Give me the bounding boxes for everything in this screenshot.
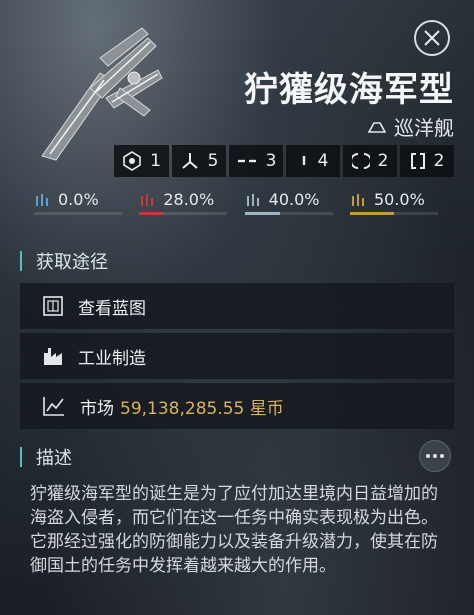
view-blueprint-label: 查看蓝图 bbox=[78, 298, 146, 319]
market-price: 59,138,285.55 星币 bbox=[120, 398, 284, 419]
cruiser-class-icon bbox=[368, 121, 386, 133]
rig-slot-icon bbox=[351, 153, 370, 169]
slot-subsystem: 2 bbox=[400, 145, 454, 177]
section-accent-bar bbox=[20, 251, 22, 271]
acquire-section-title: 获取途径 bbox=[36, 252, 108, 273]
market-button[interactable]: 市场 59,138,285.55 星币 bbox=[20, 383, 454, 429]
ship-info-panel: 狞獾级海军型 巡洋舰 1 5 3 4 2 2 0.0% 28.0% 40.0% … bbox=[0, 0, 474, 615]
ship-class: 巡洋舰 bbox=[368, 112, 454, 141]
close-button[interactable] bbox=[414, 20, 450, 56]
description-section-title: 描述 bbox=[36, 448, 72, 469]
resist-em: 0.0% bbox=[34, 190, 122, 215]
kinetic-resist-icon bbox=[246, 193, 259, 206]
manufacture-label: 工业制造 bbox=[78, 348, 146, 369]
slot-low: 4 bbox=[286, 145, 340, 177]
view-blueprint-button[interactable]: 查看蓝图 bbox=[20, 283, 454, 329]
resist-kinetic-fill bbox=[244, 212, 280, 215]
ship-name: 狞獾级海军型 bbox=[244, 70, 454, 110]
acquire-section-header: 获取途径 bbox=[20, 248, 108, 274]
ship-class-label: 巡洋舰 bbox=[394, 116, 454, 140]
factory-icon bbox=[44, 348, 62, 365]
slot-medium: 3 bbox=[229, 145, 283, 177]
high-slot-icon bbox=[123, 151, 141, 171]
resist-kinetic: 40.0% bbox=[244, 190, 333, 215]
slot-rig: 2 bbox=[343, 145, 397, 177]
resist-thermal-fill bbox=[139, 212, 164, 215]
thermal-resist-icon bbox=[141, 193, 154, 206]
section-accent-bar bbox=[20, 447, 22, 467]
resist-explosive-fill bbox=[349, 212, 394, 215]
more-dot-icon bbox=[440, 454, 444, 458]
fitting-slots: 1 5 3 4 2 2 bbox=[114, 145, 454, 177]
more-dot-icon bbox=[426, 454, 430, 458]
resist-explosive: 50.0% bbox=[349, 190, 438, 215]
em-resist-icon bbox=[36, 193, 48, 206]
acquire-options: 查看蓝图 工业制造 市场 59,138,285.55 星币 bbox=[20, 283, 454, 433]
slot-turret: 5 bbox=[172, 145, 226, 177]
resistance-row: 0.0% 28.0% 40.0% 50.0% bbox=[34, 190, 438, 215]
more-dot-icon bbox=[433, 454, 437, 458]
close-icon bbox=[424, 30, 440, 46]
explosive-resist-icon bbox=[351, 193, 364, 206]
slot-high: 1 bbox=[114, 145, 169, 177]
market-label: 市场 bbox=[80, 398, 114, 419]
description-section-header: 描述 bbox=[20, 444, 72, 470]
market-chart-icon bbox=[43, 397, 64, 416]
resist-thermal: 28.0% bbox=[139, 190, 228, 215]
medium-slot-icon bbox=[237, 159, 256, 163]
low-slot-icon bbox=[302, 156, 305, 165]
more-options-button[interactable] bbox=[419, 440, 451, 472]
turret-hardpoint-icon bbox=[181, 153, 198, 169]
manufacture-button[interactable]: 工业制造 bbox=[20, 333, 454, 379]
blueprint-icon bbox=[43, 296, 63, 316]
ship-description: 狞獾级海军型的诞生是为了应付加达里境内日益增加的海盗入侵者，而它们在这一任务中确… bbox=[30, 484, 438, 576]
subsystem-icon bbox=[410, 153, 425, 169]
